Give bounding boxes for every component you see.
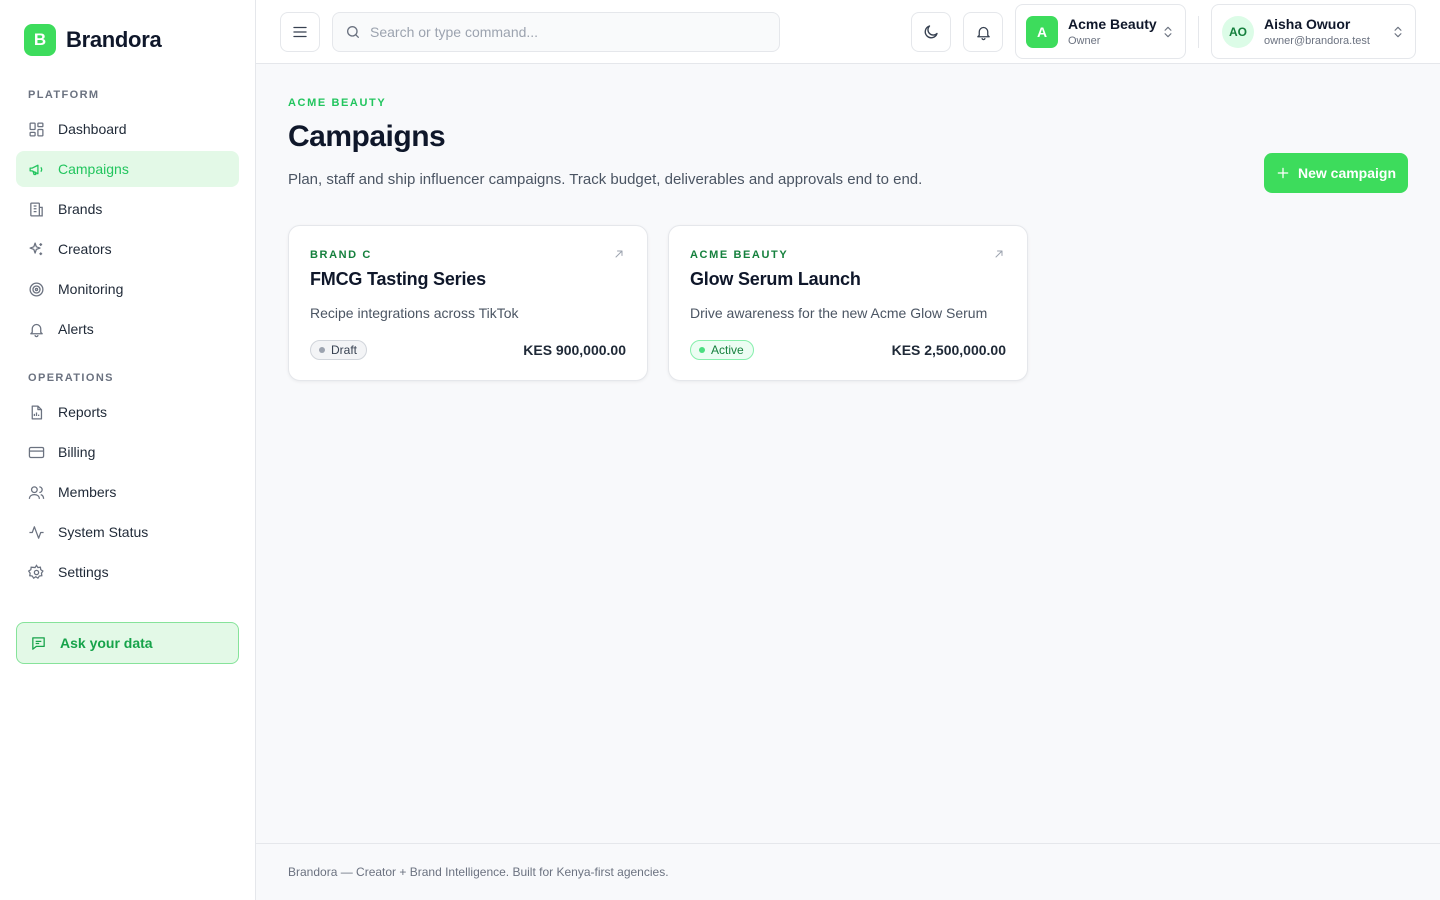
org-name: Acme Beauty xyxy=(1068,16,1157,32)
user-email: owner@brandora.test xyxy=(1264,35,1370,47)
arrow-up-right-icon xyxy=(613,248,625,260)
sidebar: B Brandora PLATFORM Dashboard Campaigns … xyxy=(0,0,256,900)
sidebar-item-members[interactable]: Members xyxy=(16,474,239,510)
status-dot xyxy=(699,347,705,353)
platform-nav: Dashboard Campaigns Brands Creators Moni… xyxy=(16,111,239,351)
footer: Brandora — Creator + Brand Intelligence.… xyxy=(256,843,1440,900)
sidebar-item-creators[interactable]: Creators xyxy=(16,231,239,267)
sidebar-item-label: System Status xyxy=(58,524,149,540)
theme-toggle-button[interactable] xyxy=(911,12,951,52)
sidebar-item-brands[interactable]: Brands xyxy=(16,191,239,227)
org-badge: A xyxy=(1026,15,1058,48)
campaign-brand: BRAND C xyxy=(310,249,372,261)
chat-icon xyxy=(30,635,47,652)
plus-icon xyxy=(1276,166,1290,180)
activity-icon xyxy=(28,524,45,541)
credit-card-icon xyxy=(28,444,45,461)
sidebar-item-label: Monitoring xyxy=(58,281,124,297)
status-badge: Active xyxy=(690,340,754,360)
sidebar-item-alerts[interactable]: Alerts xyxy=(16,311,239,347)
brand-badge: B xyxy=(24,24,56,56)
avatar: AO xyxy=(1222,15,1254,48)
brand-name: Brandora xyxy=(66,27,162,52)
arrow-up-right-icon xyxy=(993,248,1005,260)
page-title: Campaigns xyxy=(288,120,446,153)
sidebar-item-label: Settings xyxy=(58,564,109,580)
sidebar-item-label: Billing xyxy=(58,444,96,460)
sidebar-item-reports[interactable]: Reports xyxy=(16,394,239,430)
operations-nav: Reports Billing Members System Status Se… xyxy=(16,394,239,594)
search-bar xyxy=(332,12,780,52)
sidebar-item-label: Alerts xyxy=(58,321,94,337)
users-icon xyxy=(28,484,45,501)
sidebar-item-billing[interactable]: Billing xyxy=(16,434,239,470)
bell-icon xyxy=(28,321,45,338)
moon-icon xyxy=(922,23,940,41)
sidebar-item-label: Reports xyxy=(58,404,108,420)
status-dot xyxy=(319,347,325,353)
page-description: Plan, staff and ship influencer campaign… xyxy=(288,171,923,188)
sidebar-item-label: Campaigns xyxy=(58,161,129,177)
building-icon xyxy=(28,201,45,218)
megaphone-icon xyxy=(28,161,45,178)
user-name: Aisha Owuor xyxy=(1264,16,1351,32)
brand-logo[interactable]: B Brandora xyxy=(24,24,162,56)
campaign-description: Recipe integrations across TikTok xyxy=(310,305,519,321)
report-icon xyxy=(28,404,45,421)
topbar: A Acme Beauty Owner AO Aisha Owuor owner… xyxy=(256,0,1440,64)
search-input[interactable] xyxy=(370,24,779,40)
search-icon xyxy=(345,24,361,40)
sidebar-item-campaigns[interactable]: Campaigns xyxy=(16,151,239,187)
menu-toggle-button[interactable] xyxy=(280,12,320,52)
status-label: Draft xyxy=(331,343,358,357)
user-menu[interactable]: AO Aisha Owuor owner@brandora.test xyxy=(1211,4,1416,59)
sidebar-item-dashboard[interactable]: Dashboard xyxy=(16,111,239,147)
campaign-budget: KES 900,000.00 xyxy=(523,342,626,358)
campaign-title: FMCG Tasting Series xyxy=(310,269,486,289)
divider xyxy=(1198,16,1199,48)
sidebar-item-settings[interactable]: Settings xyxy=(16,554,239,590)
sidebar-item-label: Brands xyxy=(58,201,103,217)
ask-your-data-button[interactable]: Ask your data xyxy=(16,622,239,664)
org-role: Owner xyxy=(1068,35,1101,47)
chevron-up-down-icon xyxy=(1161,24,1175,40)
campaign-description: Drive awareness for the new Acme Glow Se… xyxy=(690,305,988,321)
footer-text: Brandora — Creator + Brand Intelligence.… xyxy=(288,865,669,879)
chevron-up-down-icon xyxy=(1391,24,1405,40)
new-campaign-button[interactable]: New campaign xyxy=(1264,153,1408,193)
campaign-brand: ACME BEAUTY xyxy=(690,249,789,261)
sidebar-item-monitoring[interactable]: Monitoring xyxy=(16,271,239,307)
gear-icon xyxy=(28,563,45,581)
page-eyebrow: ACME BEAUTY xyxy=(288,97,387,109)
section-label-platform: PLATFORM xyxy=(28,89,100,101)
campaign-card[interactable]: BRAND C FMCG Tasting Series Recipe integ… xyxy=(288,225,648,381)
sparkles-icon xyxy=(28,241,45,258)
sidebar-item-label: Members xyxy=(58,484,117,500)
status-label: Active xyxy=(711,343,744,357)
section-label-operations: OPERATIONS xyxy=(28,372,114,384)
sidebar-item-system-status[interactable]: System Status xyxy=(16,514,239,550)
campaign-budget: KES 2,500,000.00 xyxy=(891,342,1006,358)
campaign-title: Glow Serum Launch xyxy=(690,269,861,289)
ask-your-data-label: Ask your data xyxy=(60,635,153,651)
status-badge: Draft xyxy=(310,340,368,360)
sidebar-item-label: Dashboard xyxy=(58,121,127,137)
dashboard-icon xyxy=(28,121,45,138)
sidebar-item-label: Creators xyxy=(58,241,112,257)
org-switcher[interactable]: A Acme Beauty Owner xyxy=(1015,4,1186,59)
bell-icon xyxy=(975,24,992,41)
new-campaign-label: New campaign xyxy=(1297,165,1397,181)
hamburger-icon xyxy=(291,23,309,41)
notifications-button[interactable] xyxy=(963,12,1003,52)
campaign-card[interactable]: ACME BEAUTY Glow Serum Launch Drive awar… xyxy=(668,225,1028,381)
radar-icon xyxy=(28,281,45,298)
